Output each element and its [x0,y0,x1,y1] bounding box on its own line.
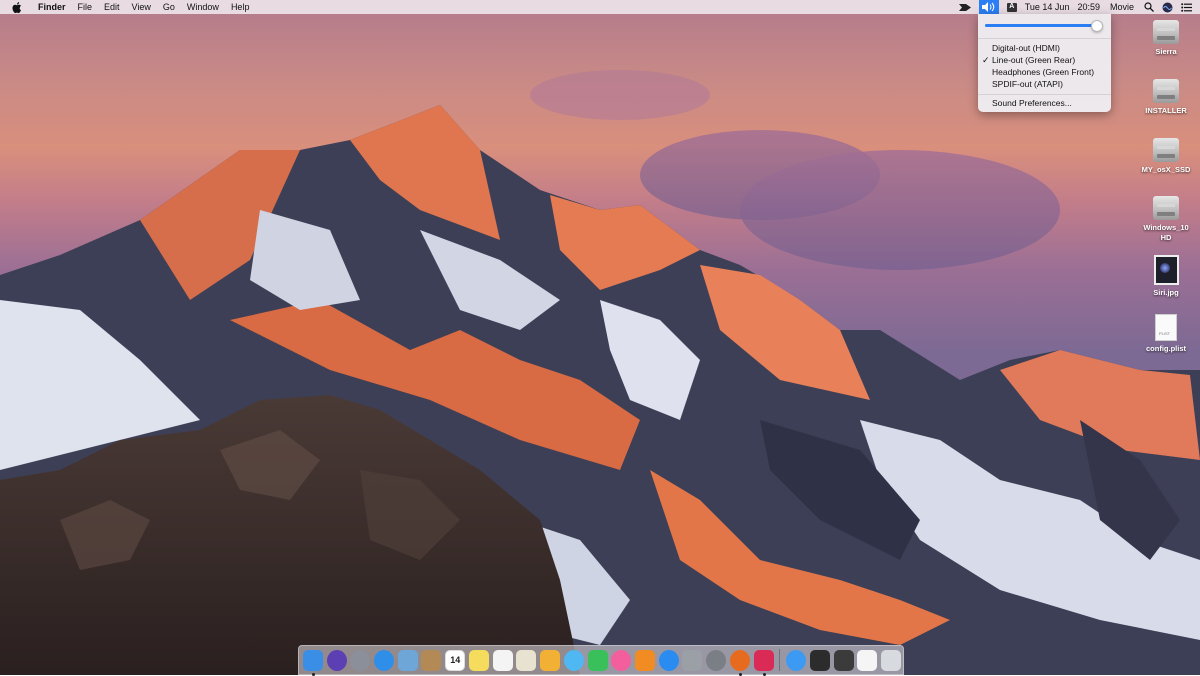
preview-icon[interactable] [397,649,418,671]
output-label: Headphones (Green Front) [992,67,1095,77]
user-name[interactable]: Movie [1110,0,1134,14]
notes-icon[interactable] [469,649,489,671]
volume-slider-fill [985,24,1098,27]
plist-file-icon: PLIST [1155,314,1177,341]
dock-separator [779,649,781,671]
menubar-date[interactable]: Tue 14 Jun [1025,0,1070,14]
hard-drive-icon [1153,196,1179,220]
finder-icon[interactable] [302,649,323,676]
desktop-icon-label: config.plist [1146,344,1186,353]
facetime-icon[interactable] [587,649,608,671]
reminders-icon[interactable] [492,649,513,671]
system-preferences-icon[interactable] [706,649,727,671]
hackintool-status-icon[interactable] [958,3,971,12]
firefox-icon[interactable] [729,649,750,676]
document-icon[interactable] [857,649,878,671]
desktop-file-siri-jpg[interactable]: Siri.jpg [1136,255,1196,298]
desktop-drive-installer[interactable]: INSTALLER [1136,79,1196,116]
menubar-time[interactable]: 20:59 [1077,0,1100,14]
output-label: Digital-out (HDMI) [992,43,1061,53]
calendar-icon[interactable]: 14 [445,649,466,671]
menu-go[interactable]: Go [157,0,181,14]
desktop-icon-label: MY_osX_SSD [1141,165,1191,174]
app-menu-finder[interactable]: Finder [32,0,72,14]
sound-preferences-item[interactable]: Sound Preferences... [992,98,1072,109]
desktop-file-config-plist[interactable]: PLIST config.plist [1136,314,1196,354]
siri-icon[interactable] [1162,2,1173,13]
menu-file[interactable]: File [72,0,99,14]
hard-drive-icon [1153,79,1179,103]
disk-utility-icon[interactable] [682,649,703,671]
textedit-icon[interactable] [516,649,537,671]
volume-slider[interactable] [985,20,1104,32]
app-store-icon[interactable] [658,649,679,671]
output-headphones[interactable]: Headphones (Green Front) [992,67,1094,78]
running-indicator [762,672,766,676]
menu-window[interactable]: Window [181,0,225,14]
menu-bar: Finder File Edit View Go Window Help A T… [0,0,1200,14]
output-label: Line-out (Green Rear) [992,55,1076,65]
desktop-drive-sierra[interactable]: Sierra [1136,20,1196,57]
status-area: A Tue 14 Jun 20:59 Movie [955,0,1200,14]
terminal-icon[interactable] [810,649,830,671]
menu-separator [978,38,1111,39]
app-store-folder-icon[interactable] [786,649,807,671]
desktop-icon-label: Sierra [1155,47,1177,56]
contacts-icon[interactable] [421,649,442,671]
sound-preferences-label: Sound Preferences... [992,98,1072,108]
running-indicator [738,672,742,676]
apple-menu-icon[interactable] [12,1,22,13]
hard-drive-icon [1153,138,1179,162]
messages-icon[interactable] [563,649,584,671]
photos-icon[interactable] [540,649,561,671]
hackintool-icon[interactable] [753,649,774,676]
desktop-drive-windows[interactable]: Windows_10 HD [1136,196,1196,243]
ibooks-icon[interactable] [635,649,655,671]
input-source-badge: A [1006,2,1017,12]
output-spdif[interactable]: SPDIF-out (ATAPI) [992,79,1063,90]
notification-center-icon[interactable] [1181,2,1192,12]
calendar-day: 14 [450,655,461,665]
trash-icon[interactable] [881,649,902,671]
desktop-icon-label: INSTALLER [1145,106,1187,115]
desktop-icon-label: Windows_10 HD [1143,223,1189,242]
siri-icon[interactable] [326,649,347,671]
launchpad-icon[interactable] [350,649,371,671]
sound-output-menu: Digital-out (HDMI) ✓ Line-out (Green Rea… [978,14,1111,112]
running-indicator [311,672,315,676]
itunes-icon[interactable] [611,649,632,671]
volume-slider-knob[interactable] [1091,20,1104,32]
safari-icon[interactable] [374,649,394,671]
menu-edit[interactable]: Edit [98,0,126,14]
spotlight-search-icon[interactable] [1144,2,1154,12]
checkmark-icon: ✓ [982,55,990,65]
kext-utility-icon[interactable] [833,649,854,671]
output-digital-hdmi[interactable]: Digital-out (HDMI) [992,43,1060,54]
desktop-icon-label: Siri.jpg [1153,288,1179,297]
dock: 14 [298,645,904,676]
output-label: SPDIF-out (ATAPI) [992,79,1064,89]
menu-help[interactable]: Help [225,0,256,14]
hard-drive-icon [1153,20,1179,44]
volume-icon[interactable] [978,0,999,14]
input-source-icon[interactable]: A [1006,2,1017,12]
menu-view[interactable]: View [126,0,157,14]
desktop-drive-my-osx-ssd[interactable]: MY_osX_SSD [1136,138,1196,175]
output-line-out[interactable]: ✓ Line-out (Green Rear) [982,55,1076,66]
image-file-icon [1153,255,1179,285]
menu-separator [978,94,1111,95]
